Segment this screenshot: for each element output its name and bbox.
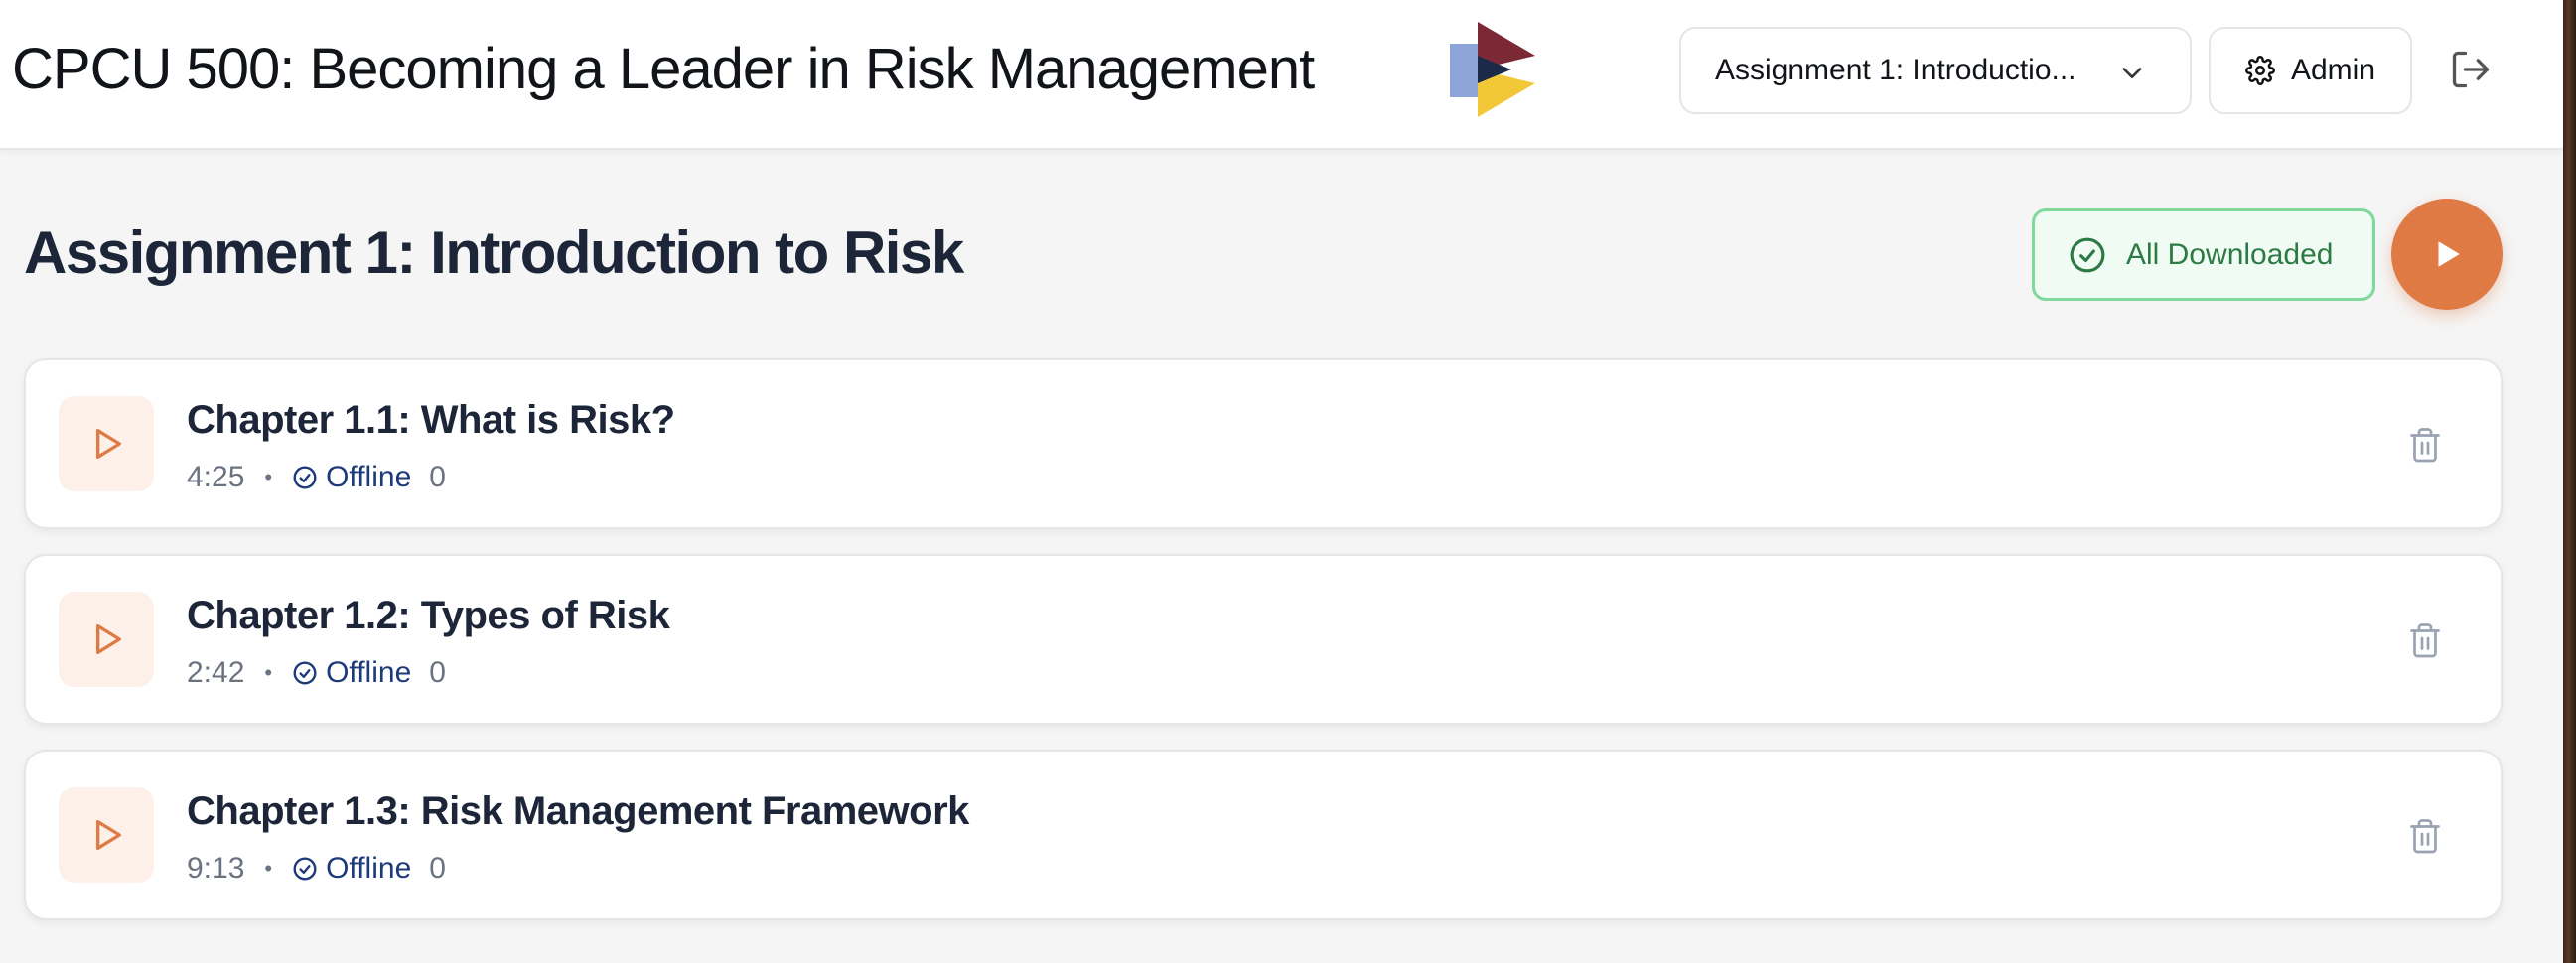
logout-icon[interactable] (2449, 48, 2493, 91)
play-outline-icon (96, 429, 122, 459)
page-title: Assignment 1: Introduction to Risk (24, 219, 964, 286)
meta-separator: • (264, 660, 273, 685)
chapter-duration: 2:42 (187, 656, 245, 689)
download-status-label: All Downloaded (2126, 237, 2334, 271)
chapter-card[interactable]: Chapter 1.3: Risk Management Framework 9… (24, 750, 2503, 920)
chapter-card[interactable]: Chapter 1.1: What is Risk? 4:25 • Offlin… (24, 358, 2503, 529)
chapter-status: Offline (326, 852, 412, 885)
chapter-status: Offline (326, 461, 412, 493)
meta-separator: • (264, 465, 273, 489)
play-all-button[interactable] (2391, 199, 2503, 310)
check-circle-small-icon (293, 661, 317, 685)
chapter-play-button[interactable] (59, 396, 154, 491)
app-title: CPCU 500: Becoming a Leader in Risk Mana… (12, 37, 1315, 101)
chapter-meta: 2:42 • Offline 0 (187, 653, 446, 693)
app-window: CPCU 500: Becoming a Leader in Risk Mana… (0, 0, 2576, 963)
play-outline-icon (96, 624, 122, 654)
assignment-select-value: Assignment 1: Introductio... (1715, 54, 2076, 86)
chapter-duration: 9:13 (187, 852, 245, 885)
chapter-play-button[interactable] (59, 592, 154, 687)
check-circle-small-icon (293, 857, 317, 881)
window-edge (2563, 0, 2576, 963)
all-downloaded-badge[interactable]: All Downloaded (2032, 208, 2375, 301)
chapter-play-button[interactable] (59, 787, 154, 883)
play-logo-icon (1450, 22, 1535, 117)
chapter-count: 0 (429, 852, 446, 885)
trash-icon[interactable] (2407, 426, 2443, 466)
chapter-title: Chapter 1.3: Risk Management Framework (187, 789, 969, 833)
top-header: CPCU 500: Becoming a Leader in Risk Mana… (0, 0, 2563, 150)
assignment-select[interactable]: Assignment 1: Introductio... (1679, 27, 2192, 114)
chapter-title: Chapter 1.1: What is Risk? (187, 398, 675, 442)
chevron-down-icon (2122, 68, 2142, 78)
chapter-duration: 4:25 (187, 461, 245, 493)
play-icon (2438, 241, 2460, 267)
check-circle-icon (2070, 237, 2105, 272)
check-circle-small-icon (293, 466, 317, 489)
play-outline-icon (96, 820, 122, 850)
chapter-count: 0 (429, 656, 446, 689)
gear-icon (2245, 56, 2275, 85)
chapter-card[interactable]: Chapter 1.2: Types of Risk 2:42 • Offlin… (24, 554, 2503, 725)
chapter-status: Offline (326, 656, 412, 689)
admin-button[interactable]: Admin (2209, 27, 2412, 114)
meta-separator: • (264, 856, 273, 881)
admin-label: Admin (2290, 54, 2376, 86)
chapter-meta: 4:25 • Offline 0 (187, 458, 446, 497)
trash-icon[interactable] (2407, 817, 2443, 857)
trash-icon[interactable] (2407, 621, 2443, 661)
chapter-count: 0 (429, 461, 446, 493)
chapter-title: Chapter 1.2: Types of Risk (187, 594, 670, 637)
chapter-meta: 9:13 • Offline 0 (187, 849, 446, 889)
